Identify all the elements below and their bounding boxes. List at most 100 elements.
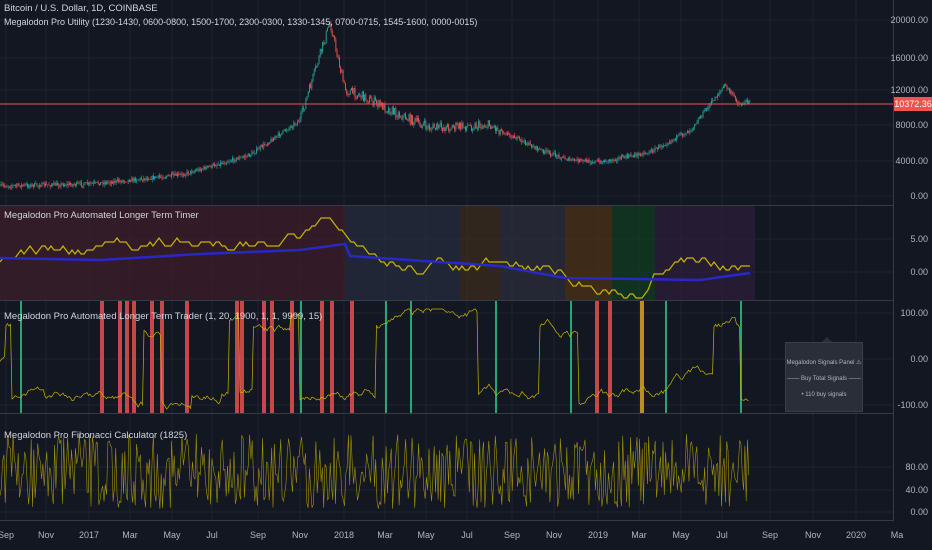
candle bbox=[107, 181, 109, 183]
trader-tick: 0.00 bbox=[910, 354, 928, 364]
candle bbox=[493, 125, 495, 128]
candle bbox=[327, 27, 328, 32]
candle bbox=[534, 146, 536, 150]
candle bbox=[46, 183, 48, 185]
candle bbox=[588, 159, 590, 163]
candle bbox=[287, 129, 289, 131]
candle bbox=[321, 49, 322, 52]
time-tick: May bbox=[417, 530, 435, 540]
candle bbox=[390, 114, 392, 115]
candle bbox=[288, 127, 290, 130]
candle bbox=[49, 185, 51, 187]
candle bbox=[729, 88, 730, 92]
candle bbox=[265, 144, 267, 146]
candle bbox=[460, 122, 462, 130]
candle bbox=[619, 157, 621, 160]
candle bbox=[706, 107, 708, 111]
candle bbox=[438, 124, 440, 129]
candle bbox=[703, 110, 705, 112]
candle bbox=[694, 125, 696, 128]
candle bbox=[198, 168, 200, 171]
candle bbox=[646, 153, 648, 154]
candle bbox=[149, 178, 151, 180]
candle bbox=[691, 128, 693, 130]
candle bbox=[103, 182, 105, 185]
candle bbox=[195, 170, 196, 172]
candle bbox=[471, 125, 472, 131]
price-tick: 0.00 bbox=[910, 191, 928, 201]
candle bbox=[61, 183, 63, 185]
candle bbox=[160, 176, 162, 178]
price-pane[interactable]: Bitcoin / U.S. Dollar, 1D, COINBASE Mega… bbox=[0, 0, 893, 206]
time-tick: Sep bbox=[0, 530, 15, 540]
candle bbox=[18, 183, 20, 186]
candle bbox=[217, 164, 219, 166]
candle bbox=[331, 30, 333, 37]
candle bbox=[439, 123, 441, 125]
candle bbox=[491, 126, 493, 129]
candle bbox=[498, 130, 500, 135]
fib-pane[interactable]: Megalodon Pro Fibonacci Calculator (1825… bbox=[0, 414, 893, 521]
time-tick: Mar bbox=[631, 530, 647, 540]
candle bbox=[671, 140, 673, 143]
candle bbox=[552, 152, 554, 156]
signals-panel-title: Megalodon Signals Panel ⚠ bbox=[786, 360, 862, 366]
candle bbox=[72, 184, 74, 187]
candle bbox=[262, 145, 264, 148]
candle bbox=[359, 94, 361, 96]
candle bbox=[689, 130, 691, 133]
candle bbox=[370, 96, 372, 99]
candle bbox=[505, 134, 507, 135]
price-tick: 16000.00 bbox=[890, 53, 928, 63]
candle bbox=[48, 184, 50, 186]
candle bbox=[192, 172, 194, 174]
candle bbox=[457, 124, 459, 129]
candle bbox=[199, 168, 201, 171]
candle bbox=[37, 185, 39, 187]
time-tick: Nov bbox=[291, 530, 309, 540]
candle bbox=[270, 139, 272, 142]
candle bbox=[183, 175, 184, 176]
candle bbox=[376, 100, 378, 104]
timer-background-zone bbox=[655, 206, 755, 300]
candle bbox=[737, 102, 739, 104]
candle bbox=[603, 161, 604, 163]
candle bbox=[421, 124, 423, 128]
candle bbox=[229, 161, 231, 162]
candle bbox=[539, 149, 541, 150]
timer-pane[interactable]: Megalodon Pro Automated Longer Term Time… bbox=[0, 206, 893, 301]
candle bbox=[322, 42, 324, 52]
candle bbox=[672, 140, 674, 141]
candle bbox=[94, 182, 96, 183]
candle bbox=[733, 95, 735, 96]
time-axis[interactable]: Sep Nov 2017 Mar May Jul Sep Nov 2018 Mar May Jul Se… bbox=[0, 521, 932, 550]
candle bbox=[114, 180, 116, 183]
candle bbox=[283, 129, 285, 131]
candle bbox=[100, 182, 102, 186]
candle bbox=[379, 100, 381, 106]
candle bbox=[115, 180, 117, 183]
current-price-label: 10372.36 bbox=[894, 97, 932, 111]
candle bbox=[436, 123, 438, 130]
price-chart bbox=[0, 0, 893, 205]
candle bbox=[625, 154, 627, 158]
candle bbox=[679, 133, 681, 135]
candle bbox=[667, 143, 669, 145]
candle bbox=[510, 135, 512, 138]
candle bbox=[399, 112, 400, 117]
candle bbox=[592, 162, 594, 163]
signal-bar bbox=[595, 301, 599, 413]
candle bbox=[558, 154, 560, 159]
candle bbox=[441, 123, 442, 128]
trader-pane[interactable]: Megalodon Pro Automated Longer Term Trad… bbox=[0, 301, 893, 414]
time-tick: Sep bbox=[761, 530, 779, 540]
candle bbox=[181, 173, 183, 176]
candle bbox=[549, 151, 550, 153]
candle bbox=[606, 161, 608, 163]
candle bbox=[349, 90, 351, 95]
candle bbox=[647, 153, 649, 154]
candle bbox=[220, 162, 222, 166]
candle bbox=[16, 185, 18, 186]
candle bbox=[583, 160, 585, 162]
candle bbox=[303, 107, 304, 110]
